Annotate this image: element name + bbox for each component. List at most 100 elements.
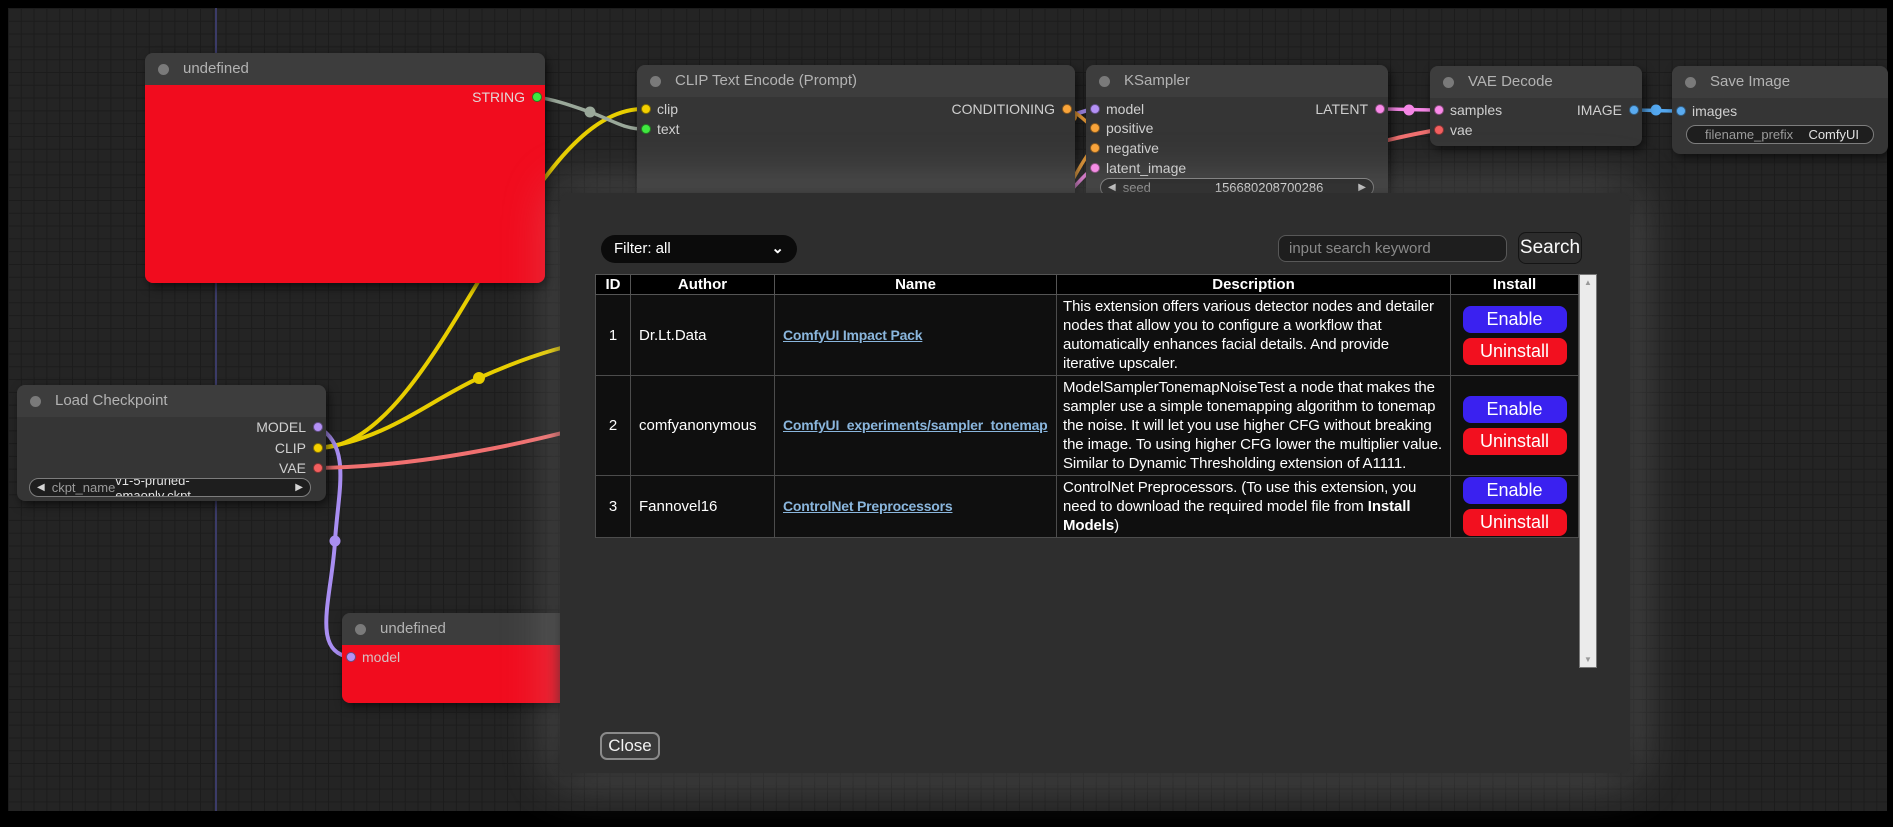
slot-label: model (362, 649, 400, 665)
header-name: Name (775, 275, 1057, 295)
node-title-text: KSampler (1124, 72, 1190, 89)
slot-dot-negative[interactable] (1090, 143, 1100, 153)
slot-dot-clip[interactable] (641, 104, 651, 114)
collapse-dot-icon[interactable] (30, 396, 41, 407)
output-slot-clip[interactable]: CLIP (275, 439, 326, 457)
cell-name: ComfyUI Impact Pack (775, 295, 1057, 376)
collapse-dot-icon[interactable] (1443, 77, 1454, 88)
uninstall-button[interactable]: Uninstall (1463, 509, 1567, 536)
node-title: Save Image (1672, 66, 1888, 98)
increment-arrow-icon[interactable]: ▶ (288, 482, 310, 493)
header-author: Author (631, 275, 775, 295)
scroll-down-icon[interactable]: ▼ (1580, 655, 1596, 664)
output-slot-model[interactable]: MODEL (256, 418, 326, 436)
filter-select[interactable]: Filter: all ⌄ (601, 235, 797, 263)
filename-prefix-widget[interactable]: filename_prefix ComfyUI (1686, 125, 1874, 144)
input-slot-images[interactable]: images (1672, 102, 1737, 120)
slot-label: STRING (472, 89, 525, 105)
node-undefined-top[interactable]: undefined STRING (145, 53, 545, 283)
decrement-arrow-icon[interactable]: ◀ (30, 482, 52, 493)
cell-install: Enable Uninstall (1451, 376, 1579, 476)
description-text: ModelSamplerTonemapNoiseTest a node that… (1063, 379, 1442, 472)
node-title-text: undefined (183, 60, 249, 77)
enable-button[interactable]: Enable (1463, 306, 1567, 333)
node-title-text: VAE Decode (1468, 73, 1553, 90)
output-slot-vae[interactable]: VAE (279, 459, 326, 477)
slot-dot-vae[interactable] (313, 463, 323, 473)
search-button[interactable]: Search (1518, 232, 1582, 264)
slot-dot-model[interactable] (313, 422, 323, 432)
slot-dot-latent[interactable] (1375, 104, 1385, 114)
widget-name: ckpt_name (52, 480, 116, 495)
input-slot-vae[interactable]: vae (1430, 121, 1473, 139)
slot-label: clip (657, 101, 678, 117)
slot-dot-images[interactable] (1676, 106, 1686, 116)
input-slot-negative[interactable]: negative (1086, 139, 1159, 157)
header-install: Install (1451, 275, 1579, 295)
slot-label: VAE (279, 460, 306, 476)
uninstall-button[interactable]: Uninstall (1463, 428, 1567, 455)
input-slot-model[interactable]: model (342, 648, 400, 666)
output-slot-latent[interactable]: LATENT (1315, 100, 1388, 118)
extension-link[interactable]: ComfyUI Impact Pack (783, 327, 922, 343)
slot-dot-clip[interactable] (313, 443, 323, 453)
node-save-image[interactable]: Save Image images filename_prefix ComfyU… (1672, 66, 1888, 154)
widget-value: v1-5-pruned-emaonly.ckpt (115, 478, 288, 497)
widget-value: ComfyUI (1808, 127, 1873, 142)
output-slot-string[interactable]: STRING (472, 88, 545, 106)
cell-author: Dr.Lt.Data (631, 295, 775, 376)
slot-dot-latent-image[interactable] (1090, 163, 1100, 173)
collapse-dot-icon[interactable] (355, 624, 366, 635)
uninstall-button[interactable]: Uninstall (1463, 338, 1567, 365)
table-scrollbar[interactable]: ▲ ▼ (1579, 274, 1597, 668)
header-description: Description (1057, 275, 1451, 295)
slot-dot-samples[interactable] (1434, 105, 1444, 115)
scroll-up-icon[interactable]: ▲ (1580, 278, 1596, 287)
slot-dot-string[interactable] (532, 92, 542, 102)
table-header-row: ID Author Name Description Install (596, 275, 1579, 295)
collapse-dot-icon[interactable] (650, 76, 661, 87)
slot-dot-model[interactable] (346, 652, 356, 662)
collapse-dot-icon[interactable] (1099, 76, 1110, 87)
decrement-arrow-icon[interactable]: ◀ (1101, 182, 1123, 193)
slot-label: text (657, 121, 680, 137)
output-slot-conditioning[interactable]: CONDITIONING (952, 100, 1075, 118)
extension-link[interactable]: ComfyUI_experiments/sampler_tonemap (783, 417, 1048, 433)
input-slot-samples[interactable]: samples (1430, 101, 1502, 119)
close-button[interactable]: Close (600, 732, 660, 760)
input-slot-latent-image[interactable]: latent_image (1086, 159, 1186, 177)
slot-dot-vae[interactable] (1434, 125, 1444, 135)
extensions-table: ID Author Name Description Install 1 Dr.… (595, 274, 1579, 538)
increment-arrow-icon[interactable]: ▶ (1351, 182, 1373, 193)
node-load-checkpoint[interactable]: Load Checkpoint MODEL CLIP VAE ◀ ckpt_na… (17, 385, 326, 501)
slot-dot-positive[interactable] (1090, 123, 1100, 133)
slot-dot-conditioning[interactable] (1062, 104, 1072, 114)
input-slot-clip[interactable]: clip (637, 100, 678, 118)
cell-author: Fannovel16 (631, 476, 775, 538)
ckpt-name-widget[interactable]: ◀ ckpt_name v1-5-pruned-emaonly.ckpt ▶ (29, 478, 311, 497)
node-title: CLIP Text Encode (Prompt) (637, 65, 1075, 97)
collapse-dot-icon[interactable] (1685, 77, 1696, 88)
cell-description: ControlNet Preprocessors. (To use this e… (1057, 476, 1451, 538)
node-title-text: Save Image (1710, 73, 1790, 90)
input-slot-positive[interactable]: positive (1086, 119, 1153, 137)
filter-selected-value: Filter: all (614, 240, 671, 257)
enable-button[interactable]: Enable (1463, 396, 1567, 423)
slot-dot-model[interactable] (1090, 104, 1100, 114)
collapse-dot-icon[interactable] (158, 64, 169, 75)
cell-install: Enable Uninstall (1451, 476, 1579, 538)
slot-dot-image[interactable] (1629, 105, 1639, 115)
slot-dot-text[interactable] (641, 124, 651, 134)
input-slot-model[interactable]: model (1086, 100, 1144, 118)
enable-button[interactable]: Enable (1463, 477, 1567, 504)
node-undefined-bottom[interactable]: undefined model (342, 613, 577, 703)
extension-link[interactable]: ControlNet Preprocessors (783, 498, 952, 514)
search-input[interactable] (1278, 235, 1507, 262)
slot-label: images (1692, 103, 1737, 119)
output-slot-image[interactable]: IMAGE (1577, 101, 1642, 119)
node-title-text: Load Checkpoint (55, 392, 168, 409)
node-vae-decode[interactable]: VAE Decode samples vae IMAGE (1430, 66, 1642, 146)
table-row: 2 comfyanonymous ComfyUI_experiments/sam… (596, 376, 1579, 476)
table-row: 1 Dr.Lt.Data ComfyUI Impact Pack This ex… (596, 295, 1579, 376)
input-slot-text[interactable]: text (637, 120, 680, 138)
